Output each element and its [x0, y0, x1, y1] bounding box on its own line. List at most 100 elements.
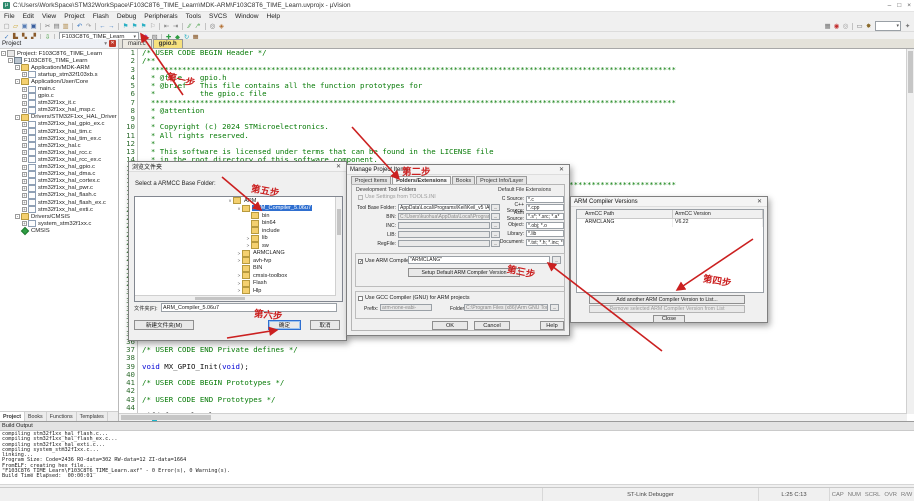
project-tree-item[interactable]: -Drivers/CMSIS [0, 213, 118, 220]
indent-right-icon[interactable]: ⇥ [171, 22, 180, 31]
scrollbar-thumb[interactable] [337, 209, 341, 235]
arm-compiler-combo[interactable]: "ARMCLANG" [408, 256, 550, 264]
menu-window[interactable]: Window [231, 13, 262, 20]
collapse-icon[interactable]: - [15, 65, 20, 70]
project-tree-item[interactable]: +stm32f1xx_hal.c [0, 142, 118, 149]
expand-icon[interactable]: + [22, 193, 27, 198]
close-icon[interactable]: ✕ [334, 163, 343, 170]
menu-svcs[interactable]: SVCS [205, 13, 231, 20]
browse-compiler-button[interactable]: ... [552, 256, 561, 264]
redo-icon[interactable]: ↷ [84, 22, 93, 31]
menu-view[interactable]: View [38, 13, 60, 20]
folder-tree-item[interactable]: vARM [135, 197, 342, 205]
menu-project[interactable]: Project [60, 13, 89, 20]
build-output-log[interactable]: compiling stm32f1xx_hal_flash.c...compil… [0, 431, 914, 485]
undo-icon[interactable]: ↶ [75, 22, 84, 31]
ok-button[interactable]: 确定 [268, 320, 301, 330]
project-tree-item[interactable]: +stm32f1xx_hal_tim_ex.c [0, 135, 118, 142]
folder-tree-item[interactable]: >Hlp [135, 287, 342, 295]
project-tree-item[interactable]: +stm32f1xx_hal_tim.c [0, 128, 118, 135]
project-tree-item[interactable]: CMSIS [0, 227, 118, 234]
browse-gcc-folder-button[interactable]: ... [550, 304, 559, 311]
expand-icon[interactable]: + [22, 94, 27, 99]
folder-tree-item[interactable]: >ARMCLANG [135, 250, 342, 258]
expand-icon[interactable]: + [22, 129, 27, 134]
indent-left-icon[interactable]: ⇤ [162, 22, 171, 31]
scrollbar-vertical[interactable] [335, 197, 342, 301]
open-file-icon[interactable]: ▱ [11, 22, 20, 31]
window-layout-select[interactable]: ▾ [875, 21, 901, 31]
editor-tab-gpio-h[interactable]: gpio.h [153, 39, 183, 48]
find-in-files-icon[interactable]: ◈ [217, 22, 226, 31]
expand-icon[interactable]: + [22, 165, 27, 170]
scrollbar-thumb[interactable] [908, 51, 913, 93]
folder-tree-item[interactable]: >cmsis-toolbox [135, 272, 342, 280]
expand-icon[interactable]: + [22, 108, 27, 113]
gcc-folder-field[interactable]: C:\Program Files (x86)\Arm GNU Toolchain… [464, 304, 548, 311]
prefix-field[interactable]: arm-none-eabi- [380, 304, 432, 311]
project-tree-item[interactable]: -Application/MDK-ARM [0, 64, 118, 71]
folder-tree[interactable]: vARMvARM_Compiler_5.06u7binbin64include>… [134, 196, 343, 302]
project-tree-item[interactable]: +stm32f1xx_hal_cortex.c [0, 178, 118, 185]
folder-name-input[interactable]: ARM_Compiler_5.06u7 [161, 303, 337, 312]
copy-icon[interactable]: ▤ [52, 22, 61, 31]
configure-icon[interactable]: ✸ [864, 22, 873, 31]
scrollbar-vertical[interactable] [906, 49, 914, 414]
project-tree-item[interactable]: +stm32f1xx_hal_msp.c [0, 107, 118, 114]
collapse-icon[interactable]: - [15, 79, 20, 84]
dialog-titlebar[interactable]: Manage Project Items ✕ [347, 165, 569, 175]
breakpoint-icon[interactable]: ◉ [832, 22, 841, 31]
project-tree-item[interactable]: +stm32f1xx_hal_rcc.c [0, 149, 118, 156]
folder-tree-item[interactable]: BIN [135, 265, 342, 273]
project-tree-item[interactable]: +stm32f1xx_hal_gpio_ex.c [0, 121, 118, 128]
paste-icon[interactable]: ▥ [61, 22, 70, 31]
folder-tree-item[interactable]: >lib [135, 235, 342, 243]
close-icon[interactable]: ✕ [109, 40, 116, 47]
use-arm-compiler-checkbox[interactable]: ✓ Use ARM Compiler [358, 258, 411, 264]
expand-icon[interactable]: + [22, 143, 27, 148]
dialog-titlebar[interactable]: ARM Compiler Versions ✕ [571, 197, 767, 207]
close-dialog-button[interactable]: Close [653, 315, 685, 323]
scrollbar-horizontal[interactable] [119, 413, 907, 421]
project-tree-item[interactable]: +stm32f1xx_hal_pwr.c [0, 185, 118, 192]
panel-tab-functions[interactable]: Functions [47, 412, 77, 421]
expand-icon[interactable]: + [22, 136, 27, 141]
expand-icon[interactable]: + [22, 157, 27, 162]
navigate-back-icon[interactable]: ← [98, 22, 107, 31]
close-icon[interactable]: ✕ [557, 166, 566, 173]
dialog-titlebar[interactable]: 浏览文件夹 ✕ [129, 162, 346, 172]
folder-tree-item[interactable]: >Flash [135, 280, 342, 288]
project-tree-item[interactable]: +gpio.c [0, 93, 118, 100]
minimize-button[interactable]: – [888, 2, 892, 9]
folder-tree-item[interactable]: bin64 [135, 220, 342, 228]
expand-icon[interactable]: + [22, 122, 27, 127]
panel-tab-books[interactable]: Books [25, 412, 47, 421]
folder-path-field[interactable] [398, 222, 490, 229]
save-all-icon[interactable]: ▣ [29, 22, 38, 31]
folder-path-field[interactable]: C:\Users\kuohua\AppData\Local\Programs\K… [398, 213, 490, 220]
expand-icon[interactable]: + [22, 186, 27, 191]
collapse-icon[interactable]: - [15, 214, 20, 219]
menu-help[interactable]: Help [262, 13, 284, 20]
project-tree-item[interactable]: +stm32f1xx_hal_exti.c [0, 206, 118, 213]
column-header[interactable]: ArmCC Version [673, 210, 763, 218]
expand-icon[interactable]: + [22, 179, 27, 184]
panel-tab-templates[interactable]: Templates [77, 412, 108, 421]
use-gcc-checkbox[interactable]: Use GCC Compiler (GNU) for ARM projects [358, 295, 470, 301]
folder-tree-item[interactable]: >avh-fvp [135, 257, 342, 265]
comment-icon[interactable]: ∕∕ [185, 22, 194, 31]
close-icon[interactable]: ✕ [755, 198, 764, 205]
project-tree-item[interactable]: -Drivers/STM32F1xx_HAL_Driver [0, 114, 118, 121]
expand-icon[interactable]: + [22, 87, 27, 92]
extension-field[interactable]: *.txt; *.h; *.inc; *.md [526, 239, 564, 246]
maximize-button[interactable]: □ [897, 2, 901, 9]
ok-button[interactable]: OK [432, 321, 468, 330]
extension-field[interactable]: *.obj; *.o [526, 222, 564, 229]
menu-peripherals[interactable]: Peripherals [140, 13, 181, 20]
panel-tab-project[interactable]: Project [0, 412, 25, 421]
cut-icon[interactable]: ✂ [43, 22, 52, 31]
window-layout-icon[interactable]: ▭ [855, 22, 864, 31]
navigate-forward-icon[interactable]: → [107, 22, 116, 31]
new-folder-button[interactable]: 新建文件夹(M) [134, 320, 194, 330]
new-file-icon[interactable]: ▢ [2, 22, 11, 31]
